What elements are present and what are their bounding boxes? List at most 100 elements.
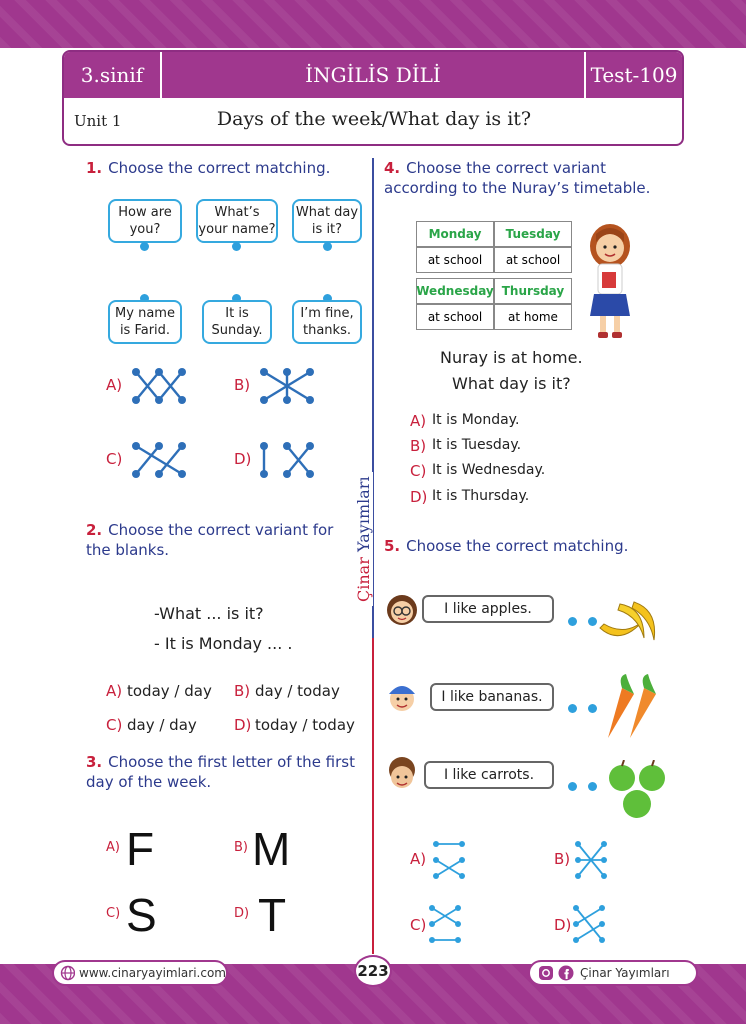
option-text[interactable]: It is Wednesday. (432, 462, 545, 478)
match-dot (588, 704, 597, 713)
question-2: 2. Choose the correct variant for the bla… (86, 520, 356, 560)
timetable-day: Tuesday (494, 221, 572, 247)
option-label[interactable]: A) (106, 682, 122, 700)
question-line: What day is it? (452, 374, 571, 393)
question-number: 3. (86, 753, 103, 771)
matching-diagram[interactable] (128, 438, 190, 482)
option-label[interactable]: A) (106, 376, 122, 394)
option-text[interactable]: day / today (255, 682, 340, 700)
boy-cap-face-icon (389, 686, 415, 711)
option-letter[interactable]: T (258, 892, 286, 938)
girl-face-icon (387, 595, 417, 625)
option-text[interactable]: It is Thursday. (432, 488, 529, 504)
bananas-icon (599, 601, 656, 641)
option-letter[interactable]: F (126, 826, 154, 872)
timetable-day: Monday (416, 221, 494, 247)
option-label[interactable]: A) (106, 840, 120, 855)
timetable-value: at school (494, 247, 572, 273)
column-divider (372, 158, 374, 458)
dialogue-line: - It is Monday ... . (154, 634, 293, 653)
top-band (0, 0, 746, 48)
option-label[interactable]: B) (234, 682, 250, 700)
social-link[interactable]: Çinar Yayımları (528, 960, 698, 986)
phrase-bubble: It is Sunday. (202, 300, 272, 344)
question-prompt: Choose the correct variant according to … (384, 159, 651, 197)
question-5: 5. Choose the correct matching. (384, 536, 674, 556)
option-label[interactable]: D) (234, 906, 249, 921)
option-letter[interactable]: S (126, 892, 157, 938)
phrase-bubble: I’m fine, thanks. (292, 300, 362, 344)
phrase-bubble: What’s your name? (196, 199, 278, 243)
carrots-icon (608, 674, 656, 738)
question-number: 2. (86, 521, 103, 539)
speech-bubble: I like bananas. (430, 683, 554, 711)
girl-illustration (590, 224, 630, 338)
phrase-bubble: What day is it? (292, 199, 362, 243)
website-text: www.cinaryayimlari.com (79, 966, 226, 980)
grade-label: 3.sinif (80, 63, 144, 87)
matching-diagram[interactable] (572, 904, 606, 944)
timetable-day: Thursday (494, 278, 572, 304)
option-label[interactable]: D) (410, 488, 427, 506)
match-dot (232, 242, 241, 251)
matching-diagram[interactable] (256, 438, 318, 482)
website-link[interactable]: www.cinaryayimlari.com (52, 960, 228, 986)
option-text[interactable]: day / day (127, 716, 197, 734)
phrase-bubble: My name is Farid. (108, 300, 182, 344)
option-label[interactable]: A) (410, 412, 426, 430)
test-number: Test-109 (590, 63, 678, 87)
brand-part2: Yayımları (354, 476, 373, 553)
question-prompt: Choose the correct matching. (108, 159, 331, 177)
option-label[interactable]: A) (410, 850, 426, 868)
header-subrow: Unit 1 Days of the week/What day is it? (64, 98, 682, 146)
option-letter[interactable]: M (252, 826, 290, 872)
globe-icon (60, 965, 76, 981)
timetable-value: at school (416, 247, 494, 273)
statement: Nuray is at home. (440, 348, 583, 367)
question-prompt: Choose the first letter of the first day… (86, 753, 355, 791)
topic-title: Days of the week/What day is it? (216, 108, 532, 130)
match-dot (568, 704, 577, 713)
option-label[interactable]: B) (234, 840, 248, 855)
option-text[interactable]: It is Tuesday. (432, 437, 521, 453)
option-label[interactable]: D) (554, 916, 571, 934)
question-prompt: Choose the correct matching. (406, 537, 629, 555)
side-brand: Çinar Yayımları (354, 472, 373, 606)
speech-bubble: I like apples. (422, 595, 554, 623)
option-text[interactable]: It is Monday. (432, 412, 519, 428)
option-label[interactable]: B) (554, 850, 570, 868)
matching-diagram[interactable] (128, 364, 190, 408)
option-text[interactable]: today / day (127, 682, 212, 700)
question-1: 1. Choose the correct matching. (86, 158, 366, 178)
facebook-icon (558, 965, 574, 981)
band-pattern (0, 0, 746, 48)
matching-diagram[interactable] (256, 364, 318, 408)
apples-icon (609, 760, 665, 818)
option-label[interactable]: C) (106, 450, 122, 468)
option-label[interactable]: C) (410, 462, 426, 480)
match-dot (140, 242, 149, 251)
option-label[interactable]: C) (106, 906, 120, 921)
option-label[interactable]: B) (234, 376, 250, 394)
option-label[interactable]: B) (410, 437, 426, 455)
column-divider (372, 638, 374, 954)
option-label[interactable]: D) (234, 450, 251, 468)
option-label[interactable]: C) (106, 716, 122, 734)
question-number: 1. (86, 159, 103, 177)
header-bar: 3.sinif İNGİLİS DİLİ Test-109 (64, 52, 682, 98)
page-number: 223 (354, 955, 392, 987)
question-number: 5. (384, 537, 401, 555)
social-text: Çinar Yayımları (580, 966, 670, 980)
matching-diagram[interactable] (574, 840, 608, 880)
match-dot (588, 782, 597, 791)
instagram-icon (539, 966, 553, 980)
matching-diagram[interactable] (432, 840, 466, 880)
question-prompt: Choose the correct variant for the blank… (86, 521, 334, 559)
option-text[interactable]: today / today (255, 716, 355, 734)
brand-part1: Çinar (354, 557, 373, 602)
matching-diagram[interactable] (428, 904, 462, 944)
timetable-value: at home (494, 304, 572, 330)
match-dot (323, 242, 332, 251)
option-label[interactable]: C) (410, 916, 426, 934)
option-label[interactable]: D) (234, 716, 251, 734)
